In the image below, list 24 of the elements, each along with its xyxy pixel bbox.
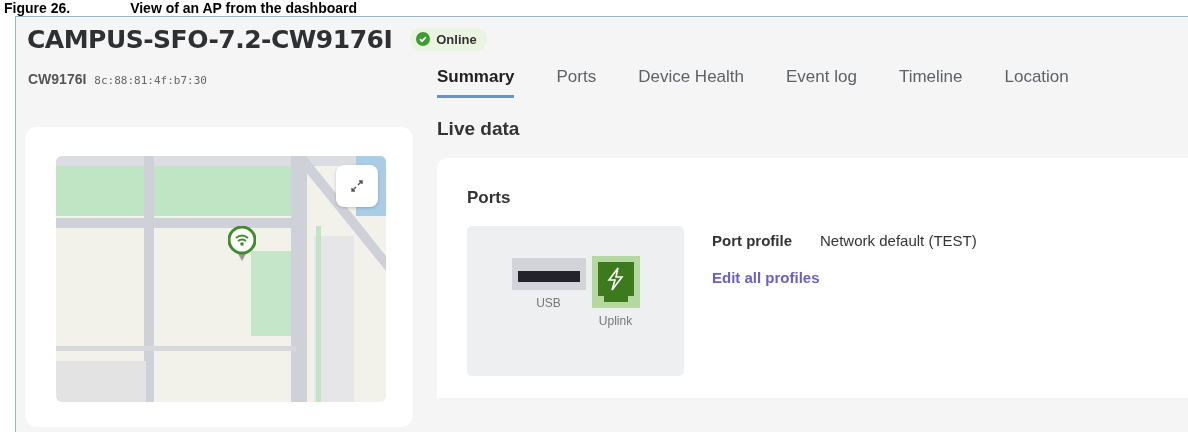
field-label: Port profile xyxy=(712,232,792,249)
field-value: Network default (TEST) xyxy=(820,232,977,249)
tab[interactable]: Location xyxy=(1004,61,1069,98)
tab[interactable]: Summary xyxy=(437,61,515,98)
wifi-pin-icon xyxy=(228,226,256,262)
figure-caption: View of an AP from the dashboard xyxy=(130,0,358,16)
port-label: USB xyxy=(536,296,561,310)
expand-icon xyxy=(350,179,364,193)
ethernet-port-icon[interactable] xyxy=(591,256,640,308)
card-title: Ports xyxy=(467,188,512,208)
tab[interactable]: Ports xyxy=(556,61,597,98)
port-label: Uplink xyxy=(598,314,633,328)
device-name: CAMPUS-SFO-7.2-CW9176I xyxy=(27,24,393,54)
section-title: Live data xyxy=(437,118,521,140)
device-model: CW9176I xyxy=(28,71,87,87)
tab[interactable]: Timeline xyxy=(898,61,963,98)
mac-address: 8c:88:81:4f:b7:30 xyxy=(94,74,207,87)
tab[interactable]: Device Health xyxy=(638,61,744,98)
check-icon xyxy=(416,32,431,46)
figure-number: Figure 26. xyxy=(4,0,71,16)
status-badge: Online xyxy=(410,27,487,51)
usb-port-icon[interactable] xyxy=(511,258,586,290)
edit-profiles-link[interactable]: Edit all profiles xyxy=(712,269,820,286)
tab[interactable]: Event log xyxy=(786,61,857,98)
